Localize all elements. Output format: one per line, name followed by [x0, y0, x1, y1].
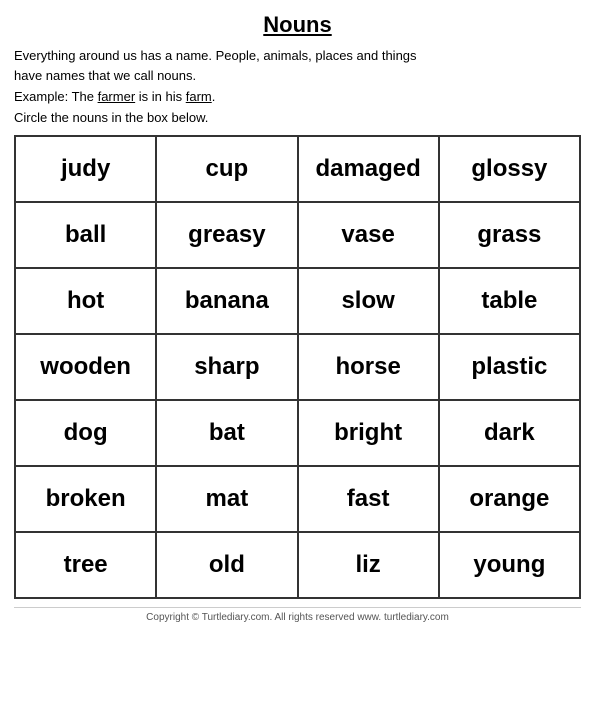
grid-cell: old: [156, 532, 297, 598]
page-title: Nouns: [14, 12, 581, 38]
grid-cell: hot: [15, 268, 156, 334]
page-container: Nouns Everything around us has a name. P…: [0, 0, 595, 725]
grid-cell: bat: [156, 400, 297, 466]
grid-cell: wooden: [15, 334, 156, 400]
grid-cell: horse: [298, 334, 439, 400]
table-row: brokenmatfastorange: [15, 466, 580, 532]
grid-cell: cup: [156, 136, 297, 202]
grid-cell: liz: [298, 532, 439, 598]
table-row: treeoldlizyoung: [15, 532, 580, 598]
grid-cell: dark: [439, 400, 580, 466]
table-row: dogbatbrightdark: [15, 400, 580, 466]
grid-cell: damaged: [298, 136, 439, 202]
table-row: hotbananaslowtable: [15, 268, 580, 334]
grid-cell: table: [439, 268, 580, 334]
grid-cell: glossy: [439, 136, 580, 202]
grid-cell: grass: [439, 202, 580, 268]
instruction-text: Circle the nouns in the box below.: [14, 110, 581, 125]
grid-cell: orange: [439, 466, 580, 532]
example-text: Example: The farmer is in his farm.: [14, 89, 581, 104]
grid-cell: dog: [15, 400, 156, 466]
grid-cell: tree: [15, 532, 156, 598]
grid-cell: sharp: [156, 334, 297, 400]
grid-cell: judy: [15, 136, 156, 202]
grid-cell: banana: [156, 268, 297, 334]
grid-cell: plastic: [439, 334, 580, 400]
grid-cell: ball: [15, 202, 156, 268]
grid-cell: greasy: [156, 202, 297, 268]
nouns-grid: judycupdamagedglossyballgreasyvasegrassh…: [14, 135, 581, 599]
grid-cell: young: [439, 532, 580, 598]
grid-cell: bright: [298, 400, 439, 466]
grid-cell: slow: [298, 268, 439, 334]
grid-cell: mat: [156, 466, 297, 532]
intro-text: Everything around us has a name. People,…: [14, 46, 581, 85]
table-row: judycupdamagedglossy: [15, 136, 580, 202]
grid-cell: fast: [298, 466, 439, 532]
grid-cell: vase: [298, 202, 439, 268]
example-word1: farmer: [98, 89, 136, 104]
footer-text: Copyright © Turtlediary.com. All rights …: [14, 607, 581, 623]
table-row: ballgreasyvasegrass: [15, 202, 580, 268]
grid-cell: broken: [15, 466, 156, 532]
table-row: woodensharphorseplastic: [15, 334, 580, 400]
example-word2: farm: [186, 89, 212, 104]
